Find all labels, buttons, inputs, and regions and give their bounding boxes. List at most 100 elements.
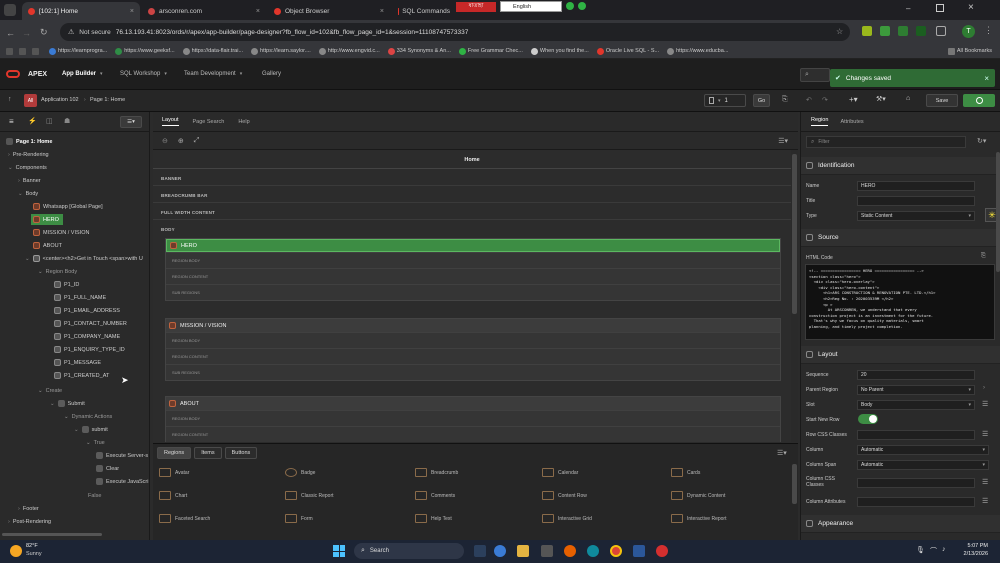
bookmark-item[interactable]: When you find the... [530, 47, 589, 55]
layout-menu-icon[interactable]: ☰▾ [778, 137, 788, 145]
tree-pre-rendering[interactable]: › Pre-Rendering [8, 149, 49, 160]
shared-tab-icon[interactable]: ☗ [64, 117, 70, 125]
tree-components[interactable]: ⌄ Components [8, 162, 47, 173]
extension-icon[interactable] [862, 26, 872, 36]
title-field[interactable] [857, 196, 975, 206]
chevron-right-icon[interactable]: › [983, 385, 985, 391]
tree-region-hero[interactable]: HERO [31, 214, 63, 225]
tree-item[interactable]: P1_ENQUIRY_TYPE_ID [54, 344, 125, 355]
region-header[interactable]: MISSION / VISION [166, 319, 780, 332]
close-window-icon[interactable]: × [968, 2, 974, 13]
bookmark-item[interactable]: https://data-flair.trai... [182, 47, 243, 55]
tree-dynamic-actions[interactable]: ⌄ Dynamic Actions [64, 411, 112, 422]
nav-app-builder[interactable]: App Builder ▾ [62, 71, 103, 77]
region-body-dropzone[interactable]: REGION BODY [166, 332, 780, 348]
menu-dots-icon[interactable]: ⋮ [984, 25, 993, 36]
tab-layout[interactable]: Layout [162, 117, 179, 126]
list-icon[interactable]: ☰ [982, 400, 988, 408]
column-select[interactable]: Automatic ▾ [857, 445, 989, 455]
tree-button-submit[interactable]: ⌄ Submit [50, 398, 85, 409]
gallery-item[interactable]: Help Text [415, 514, 452, 523]
network-icon[interactable]: ⌒ [930, 546, 937, 556]
reading-icon[interactable] [19, 47, 26, 55]
tree-item[interactable]: P1_COMPANY_NAME [54, 331, 120, 342]
create-plus-icon[interactable]: +▾ [849, 95, 858, 104]
tree-page-root[interactable]: Page 1: Home [6, 136, 52, 147]
tree-region-about[interactable]: ABOUT [33, 240, 62, 251]
gallery-item[interactable]: Interactive Report [671, 514, 726, 523]
chrome-icon[interactable] [610, 545, 622, 557]
tree-item[interactable]: P1_CREATED_AT [54, 370, 109, 381]
bookmark-item[interactable]: 334 Synonyms & An... [387, 47, 451, 55]
browser-tab-object-browser[interactable]: Object Browser × [268, 2, 390, 20]
tree-create-slot[interactable]: ⌄ Create [38, 385, 62, 396]
clock-time[interactable]: 5:07 PM [956, 543, 988, 549]
layout-region-mission[interactable]: MISSION / VISION REGION BODY REGION CONT… [165, 318, 781, 381]
gallery-item[interactable]: Dynamic Content [671, 491, 725, 500]
column-css-field[interactable] [857, 478, 975, 488]
tab-region[interactable]: Region [811, 117, 829, 126]
tree-da-submit[interactable]: ⌄ submit [74, 424, 108, 435]
tree-region-contact[interactable]: ⌄ <center><h2>Get in Touch <span>with U [25, 253, 149, 264]
gallery-item[interactable]: Badge [285, 468, 315, 477]
apex-logo-icon[interactable] [6, 70, 20, 78]
html-code-editor[interactable]: <!-- ================= HERO ============… [805, 264, 995, 340]
browser-tab-arsconren[interactable]: arsconren.com × [142, 2, 266, 20]
zoom-in-icon[interactable]: ⊕ [178, 137, 184, 145]
tab-regions[interactable]: Regions [157, 447, 192, 459]
reload-icon[interactable]: ↻ [40, 27, 48, 38]
tree-action[interactable]: Execute Server-s [96, 450, 150, 461]
browser-tab-home[interactable]: [102:1] Home × [22, 2, 140, 20]
region-content-dropzone[interactable]: REGION CONTENT [166, 348, 780, 364]
tab-page-search[interactable]: Page Search [193, 119, 225, 125]
language-select[interactable]: English [500, 1, 562, 12]
vertical-scrollbar[interactable] [792, 154, 797, 314]
tree-region-body[interactable]: ⌄ Region Body [38, 266, 77, 277]
weather-sun-icon[interactable] [10, 545, 22, 557]
go-button[interactable]: Go [753, 94, 770, 107]
bookmark-item[interactable]: https://www.educba... [667, 47, 728, 55]
rendering-tab-icon[interactable]: ≡ [9, 117, 14, 126]
gallery-item[interactable]: Chart [159, 491, 187, 500]
save-button[interactable]: Save [926, 94, 958, 107]
breadcrumb-page[interactable]: Page 1: Home [90, 97, 125, 103]
sub-regions-dropzone[interactable]: SUB REGIONS [166, 284, 780, 300]
tab-switcher-icon[interactable] [4, 4, 16, 16]
dynamic-actions-tab-icon[interactable]: ⚡ [28, 117, 37, 125]
layout-region-hero[interactable]: HERO REGION BODY REGION CONTENT SUB REGI… [165, 238, 781, 301]
app-badge[interactable]: All [24, 94, 37, 107]
profile-avatar[interactable]: T [962, 25, 975, 38]
firefox-icon[interactable] [564, 545, 576, 557]
slot-breadcrumb-bar[interactable]: BREADCRUMB BAR [161, 193, 208, 198]
column-span-select[interactable]: Automatic ▾ [857, 460, 989, 470]
property-menu-icon[interactable]: ↻▾ [977, 137, 986, 145]
name-field[interactable]: HERO [857, 181, 975, 191]
region-header[interactable]: HERO [166, 239, 780, 252]
store-icon[interactable] [541, 545, 553, 557]
taskbar-search[interactable]: ⌕ Search [354, 543, 464, 559]
tree-region-mission[interactable]: MISSION / VISION [33, 227, 89, 238]
close-icon[interactable]: × [984, 74, 989, 83]
tree-menu-button[interactable]: ☰▾ [120, 116, 142, 128]
close-icon[interactable]: × [256, 8, 260, 15]
region-body-dropzone[interactable]: REGION BODY [166, 252, 780, 268]
gallery-item[interactable]: Cards [671, 468, 700, 477]
app-icon[interactable] [656, 545, 668, 557]
slot-banner[interactable]: BANNER [161, 176, 181, 181]
redo-icon[interactable]: ↷ [822, 96, 828, 104]
apex-logo-text[interactable]: APEX [28, 71, 47, 78]
vertical-scrollbar[interactable] [996, 152, 1000, 272]
tree-region-whatsapp[interactable]: Whatsapp [Global Page] [33, 201, 103, 212]
minimize-icon[interactable]: – [906, 4, 910, 13]
tree-false-branch[interactable]: False [88, 490, 101, 501]
lock-icon[interactable]: ⎘ [782, 96, 788, 104]
region-content-dropzone[interactable]: REGION CONTENT [166, 268, 780, 284]
nav-sql-workshop[interactable]: SQL Workshop ▾ [120, 71, 167, 77]
search-input[interactable]: ⌕ [800, 68, 830, 82]
star-icon[interactable]: ☆ [836, 27, 843, 36]
undo-icon[interactable]: ↶ [806, 96, 812, 104]
tree-body[interactable]: ⌄ Body [18, 188, 38, 199]
gallery-item[interactable]: Interactive Grid [542, 514, 592, 523]
tree-banner[interactable]: › Banner [18, 175, 41, 186]
row-css-field[interactable] [857, 430, 975, 440]
